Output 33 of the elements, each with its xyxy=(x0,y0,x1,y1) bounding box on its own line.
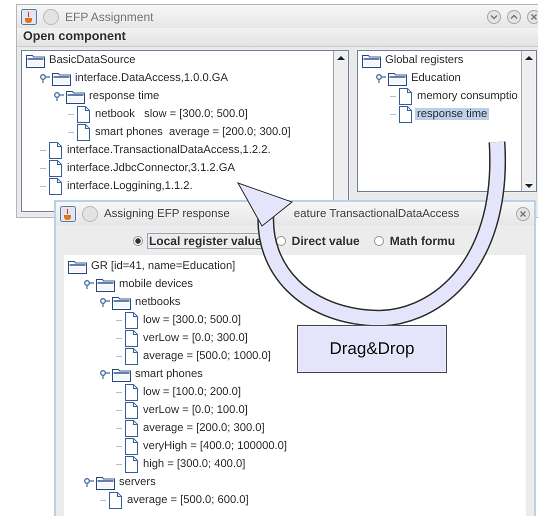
tree-item[interactable]: interface.DataAccess,1.0.0.GA xyxy=(73,72,230,84)
tree-item[interactable]: memory consumptio xyxy=(415,90,520,102)
radio-label[interactable]: Math formu xyxy=(388,233,458,249)
tree-item[interactable]: average = [200.0; 300.0] xyxy=(141,422,267,434)
tree-item[interactable]: low = [100.0; 200.0] xyxy=(141,386,243,398)
tree-item[interactable]: smart phones xyxy=(133,368,205,380)
tree-item[interactable]: interface.JdbcConnector,3.1.2.GA xyxy=(65,162,237,174)
tree-item[interactable]: verLow = [0.0; 300.0] xyxy=(141,332,250,344)
drag-drop-label: Drag&Drop xyxy=(297,325,447,373)
tree-item[interactable]: servers xyxy=(117,476,158,488)
tree-item[interactable]: GR [id=41, name=Education] xyxy=(89,260,238,272)
tree-item[interactable]: smart phones average = [200.0; 300.0] xyxy=(93,126,293,138)
section-header: Open component xyxy=(17,28,538,47)
tree-item[interactable]: veryHigh = [400.0; 100000.0] xyxy=(141,440,289,452)
tree-item[interactable]: BasicDataSource xyxy=(47,54,138,66)
radio-label[interactable]: Direct value xyxy=(290,233,362,249)
tree-item[interactable]: low = [300.0; 500.0] xyxy=(141,314,243,326)
tree-item[interactable]: interface.Loggining,1.1.2. xyxy=(65,180,195,192)
tree-item[interactable]: interface.TransactionalDataAccess,1.2.2. xyxy=(65,144,273,156)
tree-item[interactable]: response time xyxy=(87,90,162,102)
tree-item[interactable]: average = [500.0; 1000.0] xyxy=(141,350,273,362)
tree-item[interactable]: netbooks xyxy=(133,296,182,308)
tree-item[interactable]: Global registers xyxy=(383,54,466,66)
tree-item[interactable]: netbook slow = [300.0; 500.0] xyxy=(93,108,250,120)
tree-item[interactable]: response time xyxy=(415,108,490,120)
tree-item[interactable]: high = [300.0; 400.0] xyxy=(141,458,248,470)
dialog-title: Assigning EFP response xyxy=(104,208,230,220)
tree-item[interactable]: average = [500.0; 600.0] xyxy=(125,494,251,506)
tree-item[interactable]: mobile devices xyxy=(117,278,195,290)
window-title: EFP Assignment xyxy=(65,10,154,24)
tree-item[interactable]: Education xyxy=(409,72,463,84)
tree-item[interactable]: verLow = [0.0; 100.0] xyxy=(141,404,250,416)
dialog-title: eature TransactionalDataAccess xyxy=(294,208,460,220)
